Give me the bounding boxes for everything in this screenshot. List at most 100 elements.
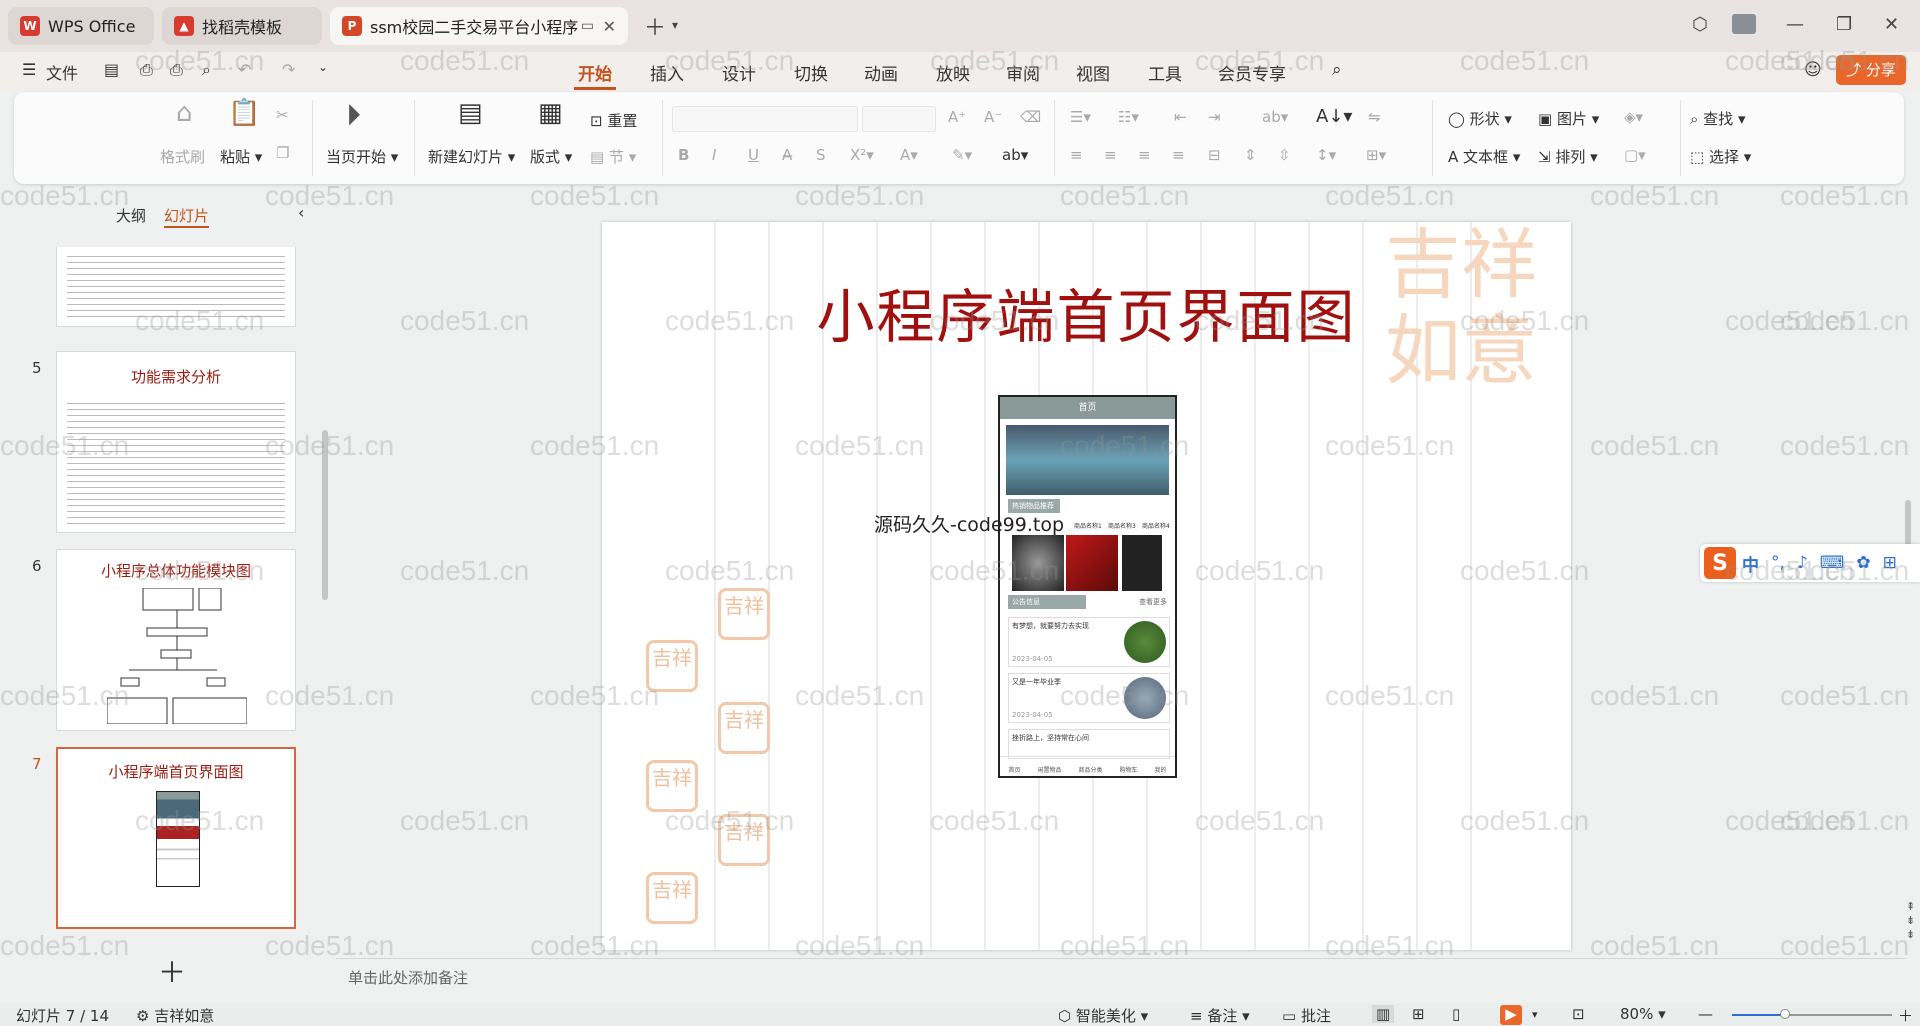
slide-title[interactable]: 小程序端首页界面图	[602, 270, 1571, 354]
canvas-scrollbar[interactable]	[1905, 500, 1911, 550]
tab-insert[interactable]: 插入	[646, 58, 688, 87]
layout-button[interactable]: 版式 ▾	[530, 146, 572, 167]
keyboard-icon[interactable]: ⌨	[1820, 553, 1845, 573]
slide-thumb-7[interactable]: 小程序端首页界面图	[56, 747, 296, 929]
tab-member[interactable]: 会员专享	[1214, 58, 1290, 87]
numbering-icon[interactable]: ☷▾	[1118, 108, 1139, 126]
highlight-icon[interactable]: ✎▾	[952, 146, 972, 164]
minimize-icon[interactable]: —	[1786, 14, 1804, 35]
arrange-button[interactable]: ⇲ 排列 ▾	[1538, 146, 1598, 167]
comment-icon[interactable]: ☺	[1800, 58, 1826, 82]
tab-animation[interactable]: 动画	[860, 58, 902, 87]
format-painter-button[interactable]: 格式刷	[160, 146, 205, 167]
add-slide-icon[interactable]: ＋	[158, 951, 186, 991]
zoom-level[interactable]: 80% ▾	[1620, 1005, 1666, 1023]
punctuation-icon[interactable]: °,	[1771, 553, 1785, 573]
distribute-icon[interactable]: ⊟	[1208, 146, 1221, 164]
tab-review[interactable]: 审阅	[1002, 58, 1044, 87]
section-button[interactable]: ▤ 节 ▾	[590, 146, 636, 167]
tab-wps-office[interactable]: W WPS Office	[8, 7, 154, 45]
hamburger-icon[interactable]: ☰	[22, 60, 36, 79]
collapse-pane-icon[interactable]: ‹	[298, 203, 304, 222]
save-icon[interactable]: ▤	[104, 60, 119, 79]
justify-icon[interactable]: ≡	[1172, 146, 1185, 164]
comments-button[interactable]: ▭ 批注	[1282, 1005, 1331, 1026]
avatar[interactable]	[1732, 14, 1756, 34]
italic-icon[interactable]: I	[712, 146, 716, 164]
tab-tools[interactable]: 工具	[1144, 58, 1186, 87]
zoom-out-icon[interactable]: —	[1698, 1005, 1713, 1023]
font-size-select[interactable]	[862, 106, 936, 132]
convert-icon[interactable]: ⇋	[1368, 108, 1381, 126]
find-button[interactable]: ⌕ 查找 ▾	[1690, 108, 1746, 129]
line-spacing-icon[interactable]: A↓▾	[1316, 106, 1352, 127]
slides-tab[interactable]: 幻灯片	[164, 205, 210, 228]
normal-view-icon[interactable]: ▥	[1372, 1005, 1395, 1023]
text-direction-icon[interactable]: ab▾	[1262, 108, 1288, 126]
tab-document[interactable]: P ssm校园二手交易平台小程序 ▭ ✕	[330, 7, 628, 45]
picture-button[interactable]: ▣ 图片 ▾	[1538, 108, 1599, 129]
zoom-in-icon[interactable]: ＋	[1898, 1005, 1913, 1026]
notes-pane[interactable]: 单击此处添加备注	[336, 958, 1906, 996]
cube-icon[interactable]: ⬡	[1692, 14, 1708, 35]
font-color-icon[interactable]: A▾	[900, 146, 918, 164]
outdent-icon[interactable]: ⇤	[1174, 108, 1187, 126]
superscript-icon[interactable]: X²▾	[850, 146, 874, 164]
window-icon[interactable]: ▭	[581, 18, 594, 34]
textbox-button[interactable]: A 文本框 ▾	[1448, 146, 1520, 167]
tab-slideshow[interactable]: 放映	[932, 58, 974, 87]
strikethrough-icon[interactable]: A̶	[782, 146, 792, 164]
cut-icon[interactable]: ✂	[276, 106, 289, 124]
skin-icon[interactable]: ✿	[1856, 553, 1870, 573]
close-tab-icon[interactable]: ✕	[603, 17, 616, 36]
underline-icon[interactable]: U	[748, 146, 759, 164]
pane-scrollbar[interactable]	[322, 430, 328, 600]
toolbox-icon[interactable]: ⊞	[1883, 553, 1897, 573]
export-icon[interactable]: ⎙	[140, 60, 153, 80]
tab-home[interactable]: 开始	[574, 58, 616, 90]
slideshow-play-icon[interactable]: ▶	[1500, 1005, 1522, 1025]
theme-name[interactable]: ⚙ 吉祥如意	[136, 1005, 214, 1026]
clear-format-icon[interactable]: ⌫	[1020, 108, 1041, 126]
outline-icon[interactable]: ▢▾	[1624, 146, 1646, 164]
bullets-icon[interactable]: ☰▾	[1070, 108, 1091, 126]
tab-view[interactable]: 视图	[1072, 58, 1114, 87]
tab-template[interactable]: ▲ 找稻壳模板	[162, 7, 322, 45]
slide-thumb-4[interactable]	[56, 247, 296, 327]
outline-tab[interactable]: 大纲	[116, 205, 146, 226]
search-icon[interactable]: ⌕	[1328, 58, 1346, 82]
copy-icon[interactable]: ❐	[276, 144, 289, 162]
play-options-chevron-icon[interactable]: ▾	[1532, 1008, 1538, 1021]
notes-button[interactable]: ≡ 备注 ▾	[1190, 1005, 1250, 1026]
bold-icon[interactable]: B	[678, 146, 689, 164]
print-preview-icon[interactable]: ⌕	[202, 60, 211, 80]
fit-window-icon[interactable]: ⊡	[1572, 1005, 1585, 1023]
reset-button[interactable]: ⊡ 重置	[590, 110, 637, 131]
spacing-menu-icon[interactable]: ↕▾	[1316, 146, 1336, 164]
slide-thumb-6[interactable]: 小程序总体功能模块图	[56, 549, 296, 731]
zoom-slider-thumb[interactable]	[1780, 1009, 1790, 1019]
smart-beautify-button[interactable]: ⬡ 智能美化 ▾	[1058, 1005, 1148, 1026]
reading-view-icon[interactable]: ▯	[1452, 1005, 1460, 1023]
microphone-icon[interactable]: ♪	[1797, 553, 1808, 573]
align-right-icon[interactable]: ≡	[1138, 146, 1151, 164]
ime-mode[interactable]: 中	[1742, 551, 1759, 576]
font-family-select[interactable]	[672, 106, 858, 132]
paste-button[interactable]: 粘贴 ▾	[220, 146, 262, 167]
play-from-current-button[interactable]: 当页开始 ▾	[326, 146, 398, 167]
align-center-icon[interactable]: ≡	[1104, 146, 1117, 164]
shape-button[interactable]: ◯ 形状 ▾	[1448, 108, 1512, 129]
increase-font-icon[interactable]: A⁺	[948, 108, 966, 126]
phonetic-icon[interactable]: ab▾	[1002, 146, 1028, 164]
new-slide-button[interactable]: 新建幻灯片 ▾	[428, 146, 515, 167]
slide-sorter-icon[interactable]: ⊞	[1412, 1005, 1425, 1023]
fill-icon[interactable]: ◈▾	[1624, 108, 1643, 126]
chevron-down-icon[interactable]: ▾	[672, 18, 678, 32]
page-nav-icon[interactable]: ⇞ ⇟ ⇟	[1906, 900, 1915, 942]
more-chevron-icon[interactable]: ⌄	[318, 60, 328, 74]
file-menu[interactable]: 文件	[46, 60, 78, 84]
tab-transition[interactable]: 切换	[790, 58, 832, 87]
new-tab-icon[interactable]: ＋	[644, 10, 666, 42]
ime-toolbar[interactable]: S 中 °, ♪ ⌨ ✿ ⊞	[1700, 544, 1920, 582]
align-left-icon[interactable]: ≡	[1070, 146, 1083, 164]
